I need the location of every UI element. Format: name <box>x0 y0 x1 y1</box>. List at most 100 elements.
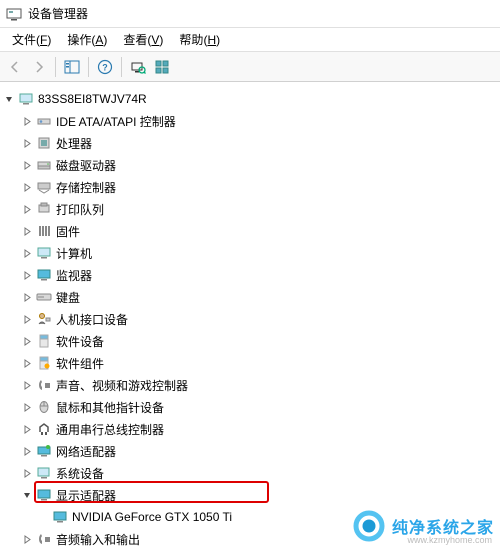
category-icon <box>36 157 52 173</box>
menu-view[interactable]: 查看(V) <box>115 29 171 50</box>
expand-icon[interactable] <box>20 202 34 216</box>
menu-action[interactable]: 操作(A) <box>59 29 115 50</box>
category-label: 鼠标和其他指针设备 <box>56 399 164 416</box>
category-label: 网络适配器 <box>56 443 116 460</box>
category-icon <box>36 179 52 195</box>
tree-category[interactable]: 固件 <box>2 220 498 242</box>
category-label: 软件组件 <box>56 355 104 372</box>
device-tree[interactable]: 83SS8EI8TWJV74R IDE ATA/ATAPI 控制器处理器磁盘驱动… <box>0 82 500 556</box>
tree-category[interactable]: 通用串行总线控制器 <box>2 418 498 440</box>
tree-root[interactable]: 83SS8EI8TWJV74R <box>2 88 498 110</box>
category-label: 显示适配器 <box>56 487 116 504</box>
show-hide-tree-button[interactable] <box>61 56 83 78</box>
category-icon <box>36 421 52 437</box>
category-icon <box>36 311 52 327</box>
expand-icon[interactable] <box>20 422 34 436</box>
category-icon <box>36 223 52 239</box>
menu-file[interactable]: 文件(F) <box>4 29 59 50</box>
category-icon <box>36 113 52 129</box>
category-icon <box>36 267 52 283</box>
tree-category[interactable]: 计算机 <box>2 242 498 264</box>
expand-icon[interactable] <box>20 312 34 326</box>
tree-category[interactable]: 软件组件 <box>2 352 498 374</box>
expand-icon[interactable] <box>20 268 34 282</box>
category-label: 声音、视频和游戏控制器 <box>56 377 188 394</box>
category-label: IDE ATA/ATAPI 控制器 <box>56 113 176 130</box>
tree-category[interactable]: 键盘 <box>2 286 498 308</box>
category-icon <box>36 531 52 547</box>
expand-icon[interactable] <box>20 246 34 260</box>
collapse-icon[interactable] <box>2 92 16 106</box>
toolbar-separator <box>121 57 122 77</box>
category-label: 软件设备 <box>56 333 104 350</box>
nav-back-button <box>4 56 26 78</box>
expand-icon[interactable] <box>20 158 34 172</box>
expand-icon[interactable] <box>20 114 34 128</box>
window-title: 设备管理器 <box>28 5 88 22</box>
category-icon <box>36 377 52 393</box>
toolbar: ? <box>0 52 500 82</box>
category-label: 系统设备 <box>56 465 104 482</box>
nav-forward-button <box>28 56 50 78</box>
menubar: 文件(F) 操作(A) 查看(V) 帮助(H) <box>0 28 500 52</box>
expand-icon[interactable] <box>20 290 34 304</box>
tree-category[interactable]: 鼠标和其他指针设备 <box>2 396 498 418</box>
tree-category[interactable]: 声音、视频和游戏控制器 <box>2 374 498 396</box>
computer-icon <box>18 91 34 107</box>
scan-hardware-button[interactable] <box>127 56 149 78</box>
expand-icon[interactable] <box>20 532 34 546</box>
category-label: 监视器 <box>56 267 92 284</box>
collapse-icon[interactable] <box>20 488 34 502</box>
category-icon <box>36 333 52 349</box>
tree-root-label: 83SS8EI8TWJV74R <box>38 92 147 106</box>
device-icon <box>52 509 68 525</box>
expand-icon[interactable] <box>20 136 34 150</box>
category-label: 计算机 <box>56 245 92 262</box>
expand-icon[interactable] <box>20 400 34 414</box>
category-icon <box>36 289 52 305</box>
category-icon <box>36 443 52 459</box>
tree-category[interactable]: 处理器 <box>2 132 498 154</box>
expand-icon[interactable] <box>20 356 34 370</box>
category-icon <box>36 355 52 371</box>
help-button[interactable]: ? <box>94 56 116 78</box>
category-icon <box>36 201 52 217</box>
menu-help[interactable]: 帮助(H) <box>171 29 228 50</box>
titlebar: 设备管理器 <box>0 0 500 28</box>
tree-category[interactable]: 显示适配器 <box>2 484 498 506</box>
tree-category[interactable]: 存储控制器 <box>2 176 498 198</box>
category-icon <box>36 245 52 261</box>
tree-category[interactable]: 软件设备 <box>2 330 498 352</box>
app-icon <box>6 6 22 22</box>
expand-icon[interactable] <box>20 180 34 194</box>
tree-category[interactable]: IDE ATA/ATAPI 控制器 <box>2 110 498 132</box>
tree-category[interactable]: 打印队列 <box>2 198 498 220</box>
expand-icon[interactable] <box>20 444 34 458</box>
tree-category[interactable]: 系统设备 <box>2 462 498 484</box>
toolbar-separator <box>55 57 56 77</box>
category-label: 音频输入和输出 <box>56 531 140 548</box>
expand-icon[interactable] <box>20 466 34 480</box>
tree-category[interactable]: 人机接口设备 <box>2 308 498 330</box>
category-label: 键盘 <box>56 289 80 306</box>
category-icon <box>36 135 52 151</box>
toolbar-separator <box>88 57 89 77</box>
category-label: 打印队列 <box>56 201 104 218</box>
category-label: 磁盘驱动器 <box>56 157 116 174</box>
tree-category[interactable]: 监视器 <box>2 264 498 286</box>
expand-icon[interactable] <box>20 224 34 238</box>
category-icon <box>36 399 52 415</box>
category-label: 固件 <box>56 223 80 240</box>
watermark-logo-icon <box>352 509 386 543</box>
category-icon <box>36 487 52 503</box>
category-label: 处理器 <box>56 135 92 152</box>
tree-category[interactable]: 网络适配器 <box>2 440 498 462</box>
watermark-url: www.kzmyhome.com <box>407 535 492 545</box>
device-view-button[interactable] <box>151 56 173 78</box>
category-label: 通用串行总线控制器 <box>56 421 164 438</box>
expand-icon[interactable] <box>20 378 34 392</box>
category-label: 人机接口设备 <box>56 311 128 328</box>
category-icon <box>36 465 52 481</box>
tree-category[interactable]: 磁盘驱动器 <box>2 154 498 176</box>
expand-icon[interactable] <box>20 334 34 348</box>
